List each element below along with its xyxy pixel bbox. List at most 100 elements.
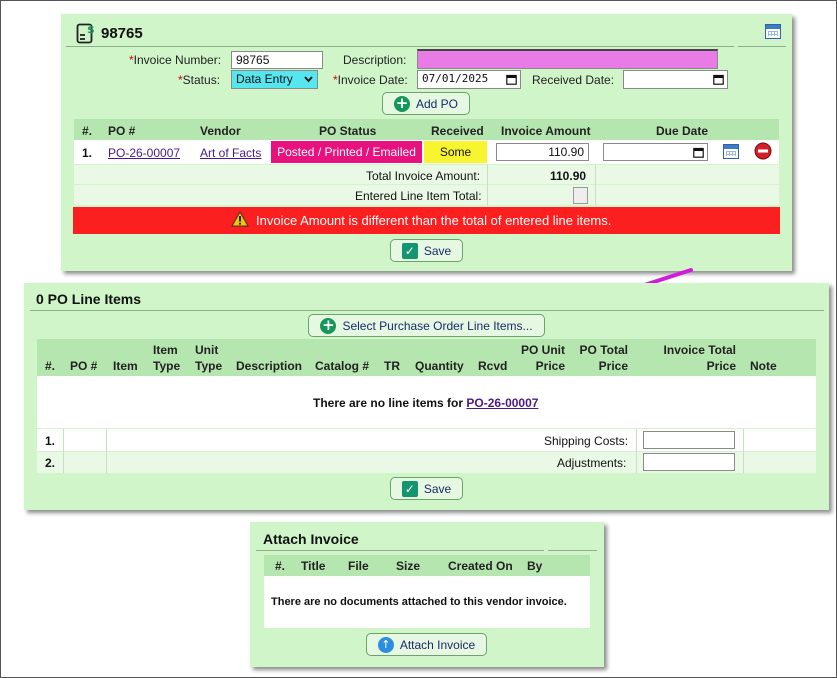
col-due-date: Due Date xyxy=(656,124,709,138)
add-po-button[interactable]: + Add PO xyxy=(382,92,470,115)
adjustments-label: Adjustments: xyxy=(557,456,627,470)
description-input[interactable] xyxy=(417,49,718,69)
status-label: *Status: xyxy=(178,73,221,87)
row-divider xyxy=(106,429,107,473)
li-col-num: #. xyxy=(45,359,56,373)
date-picker-icon[interactable] xyxy=(713,74,724,85)
date-picker-icon[interactable] xyxy=(693,147,704,158)
vendor-link[interactable]: Art of Facts xyxy=(200,146,261,160)
po-link[interactable]: PO-26-00007 xyxy=(108,146,180,160)
li-col-po-unit-price-top: PO Unit xyxy=(521,343,565,357)
row-divider xyxy=(743,429,744,473)
description-label: Description: xyxy=(343,53,407,67)
line-items-empty-message: There are no line items for PO-26-00007 xyxy=(313,396,538,410)
entered-label: Entered Line Item Total: xyxy=(355,189,482,203)
empty-text: There are no line items for xyxy=(313,396,464,410)
status-select[interactable]: Data Entry xyxy=(231,70,318,89)
remove-icon[interactable] xyxy=(754,142,772,160)
li-col-po: PO # xyxy=(70,359,98,373)
attach-divider-right xyxy=(548,550,597,551)
li-col-item-type-top: Item xyxy=(153,343,178,357)
line-items-save-label: Save xyxy=(423,481,452,496)
save-label: Save xyxy=(423,243,452,258)
attach-invoice-button[interactable]: ↑ Attach Invoice xyxy=(366,633,487,656)
attach-col-file: File xyxy=(348,559,369,573)
shipping-costs-input[interactable] xyxy=(643,431,735,449)
li-col-note: Note xyxy=(750,359,777,373)
col-vendor: Vendor xyxy=(200,124,241,138)
total-label: Total Invoice Amount: xyxy=(366,169,481,183)
li-col-po-unit-price-bottom: Price xyxy=(535,359,565,373)
attach-col-num: #. xyxy=(275,559,286,573)
received-date-label: Received Date: xyxy=(532,73,615,87)
chevron-down-icon xyxy=(304,76,313,83)
li-col-quantity: Quantity xyxy=(415,359,464,373)
warning-banner: Invoice Amount is different than the tot… xyxy=(73,207,780,234)
col-po: PO # xyxy=(108,124,136,138)
row-divider xyxy=(63,429,64,473)
li-col-catalog: Catalog # xyxy=(315,359,370,373)
invoice-number-label: *Invoice Number: xyxy=(129,53,222,67)
col-po-status: PO Status xyxy=(319,124,377,138)
invoice-dollar-icon: $ xyxy=(76,23,95,44)
add-po-label: Add PO xyxy=(415,96,459,111)
line-items-divider xyxy=(30,310,824,311)
li-col-po-total-price-bottom: Price xyxy=(598,359,628,373)
invoice-amount-input[interactable]: 110.90 xyxy=(496,143,589,161)
attach-col-size: Size xyxy=(396,559,421,573)
row-num: 1. xyxy=(82,146,93,160)
invoice-date-input[interactable]: 07/01/2025 xyxy=(417,70,521,89)
calendar-icon[interactable] xyxy=(765,24,781,39)
li-col-tr: TR xyxy=(384,359,400,373)
upload-arrow-icon: ↑ xyxy=(377,636,394,653)
select-po-line-items-button[interactable]: + Select Purchase Order Line Items... xyxy=(308,314,545,337)
select-po-line-items-label: Select Purchase Order Line Items... xyxy=(342,318,533,333)
received-date-input[interactable] xyxy=(623,70,728,89)
warning-text: Invoice Amount is different than the tot… xyxy=(256,213,612,228)
attach-col-by: By xyxy=(527,559,543,573)
empty-po-link[interactable]: PO-26-00007 xyxy=(466,396,538,410)
save-button[interactable]: ✓ Save xyxy=(390,239,463,262)
date-picker-icon[interactable] xyxy=(506,74,517,85)
li-col-unit-type-top: Unit xyxy=(195,343,219,357)
due-date-input[interactable] xyxy=(603,143,708,161)
li-col-invoice-total-price-top: Invoice Total xyxy=(663,343,736,357)
li-col-item-type-bottom: Type xyxy=(153,359,181,373)
received-text: Some xyxy=(439,145,472,159)
entered-value-box xyxy=(573,187,588,204)
col-received: Received xyxy=(431,124,484,138)
row-divider xyxy=(636,429,637,473)
col-num: #. xyxy=(82,124,93,138)
table-divider xyxy=(487,165,488,205)
title-divider xyxy=(66,46,734,47)
shipping-label: Shipping Costs: xyxy=(544,434,629,448)
po-status-badge: Posted / Printed / Emailed xyxy=(271,141,422,163)
adjustments-num: 2. xyxy=(45,456,56,470)
row-calendar-icon[interactable] xyxy=(723,144,739,159)
li-col-invoice-total-price-bottom: Price xyxy=(706,359,736,373)
invoice-number-input[interactable]: 98765 xyxy=(231,51,323,69)
attach-empty-message: There are no documents attached to this … xyxy=(271,596,567,608)
table-divider xyxy=(595,165,596,205)
checkbox-checked-icon: ✓ xyxy=(401,242,418,259)
attach-divider xyxy=(256,550,544,551)
checkbox-checked-icon: ✓ xyxy=(401,480,418,497)
plus-circle-icon: + xyxy=(393,93,410,112)
invoice-date-value: 07/01/2025 xyxy=(422,72,489,85)
li-col-po-total-price-top: PO Total xyxy=(579,343,628,357)
line-items-title: 0 PO Line Items xyxy=(36,291,142,307)
total-value: 110.90 xyxy=(550,169,587,183)
li-col-description: Description xyxy=(236,359,303,373)
status-select-value: Data Entry xyxy=(236,72,293,86)
attach-title: Attach Invoice xyxy=(263,531,359,547)
invoice-date-label: *Invoice Date: xyxy=(333,73,408,87)
adjustments-input[interactable] xyxy=(643,453,735,471)
li-col-rcvd: Rcvd xyxy=(478,359,508,373)
line-items-save-button[interactable]: ✓ Save xyxy=(390,477,463,500)
attach-col-created-on: Created On xyxy=(448,559,513,573)
plus-circle-icon: + xyxy=(320,315,337,334)
li-col-item: Item xyxy=(113,359,138,373)
shipping-num: 1. xyxy=(45,434,56,448)
invoice-title: 98765 xyxy=(101,25,143,42)
svg-text:$: $ xyxy=(87,23,95,36)
